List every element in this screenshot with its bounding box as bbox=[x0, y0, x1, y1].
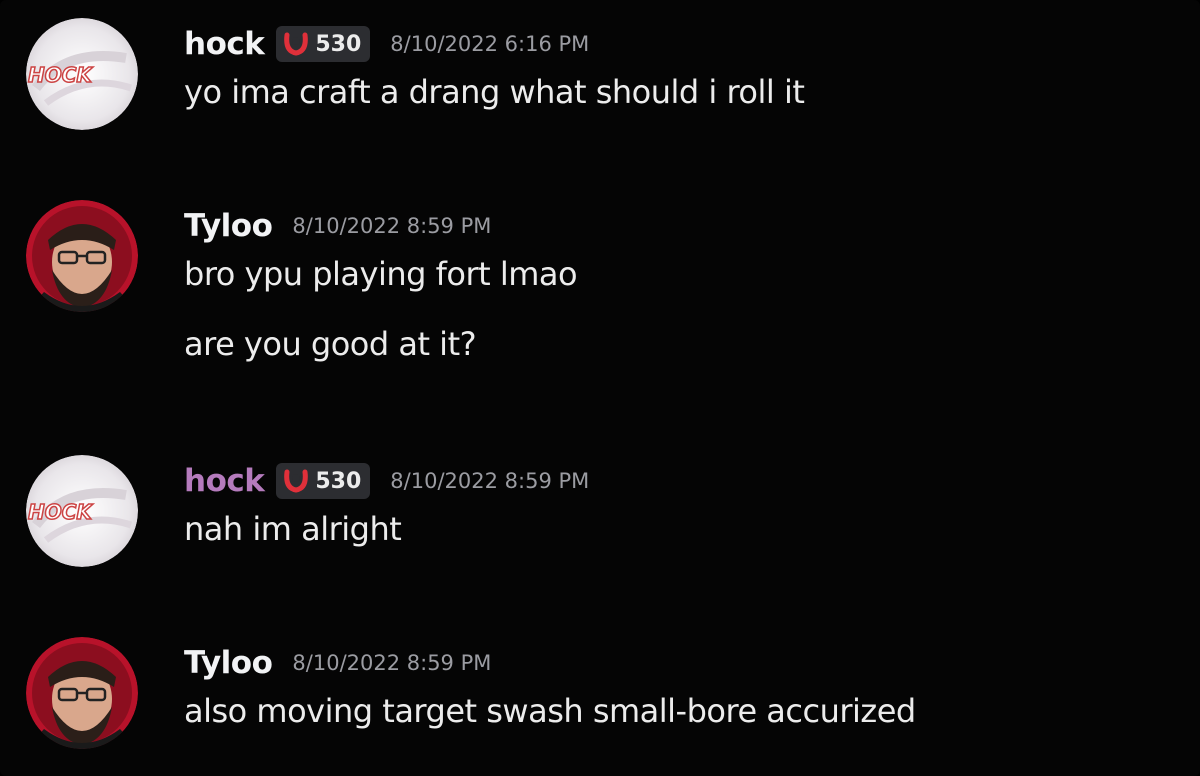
username[interactable]: hock bbox=[184, 465, 265, 497]
red-horseshoe-icon bbox=[284, 32, 309, 56]
message-text: bro ypu playing fort lmao bbox=[184, 255, 578, 293]
message-header: hock 530 8/10/2022 6:16 PM bbox=[184, 18, 1164, 70]
message-text: also moving target swash small-bore accu… bbox=[184, 692, 916, 730]
svg-text:HOCK: HOCK bbox=[28, 63, 93, 87]
message-text: are you good at it? bbox=[184, 325, 477, 363]
message-text: yo ima craft a drang what should i roll … bbox=[184, 73, 805, 111]
bearded-man-avatar-icon bbox=[26, 200, 138, 312]
username[interactable]: hock bbox=[184, 28, 265, 60]
message-content: hock 530 8/10/2022 8:59 PM nah im alrigh… bbox=[184, 455, 1164, 545]
hock-logo-avatar-icon: HOCK bbox=[26, 455, 138, 567]
red-horseshoe-icon bbox=[284, 469, 309, 493]
rank-badge[interactable]: 530 bbox=[276, 26, 371, 62]
message-header: hock 530 8/10/2022 8:59 PM bbox=[184, 455, 1164, 507]
chat-message-list: HOCK hock 530 8/10/2022 6:16 PM yo ima c… bbox=[0, 0, 1200, 776]
rank-badge[interactable]: 530 bbox=[276, 463, 371, 499]
hock-logo-avatar-icon: HOCK bbox=[26, 18, 138, 130]
bearded-man-avatar-icon bbox=[26, 637, 138, 749]
badge-count: 530 bbox=[315, 31, 362, 57]
username[interactable]: Tyloo bbox=[184, 210, 273, 242]
message-content: hock 530 8/10/2022 6:16 PM yo ima craft … bbox=[184, 18, 1164, 108]
svg-text:HOCK: HOCK bbox=[28, 500, 93, 524]
hock-avatar[interactable]: HOCK bbox=[26, 455, 138, 567]
tyloo-avatar[interactable] bbox=[26, 200, 138, 312]
timestamp[interactable]: 8/10/2022 8:59 PM bbox=[292, 652, 491, 674]
badge-count: 530 bbox=[315, 468, 362, 494]
message-header: Tyloo 8/10/2022 8:59 PM bbox=[184, 637, 1164, 689]
timestamp[interactable]: 8/10/2022 8:59 PM bbox=[390, 470, 589, 492]
message-content: Tyloo 8/10/2022 8:59 PM bro ypu playing … bbox=[184, 200, 1164, 360]
tyloo-avatar[interactable] bbox=[26, 637, 138, 749]
timestamp[interactable]: 8/10/2022 8:59 PM bbox=[292, 215, 491, 237]
timestamp[interactable]: 8/10/2022 6:16 PM bbox=[390, 33, 589, 55]
message-text: nah im alright bbox=[184, 510, 402, 548]
message-content: Tyloo 8/10/2022 8:59 PM also moving targ… bbox=[184, 637, 1164, 727]
hock-avatar[interactable]: HOCK bbox=[26, 18, 138, 130]
message-header: Tyloo 8/10/2022 8:59 PM bbox=[184, 200, 1164, 252]
username[interactable]: Tyloo bbox=[184, 647, 273, 679]
